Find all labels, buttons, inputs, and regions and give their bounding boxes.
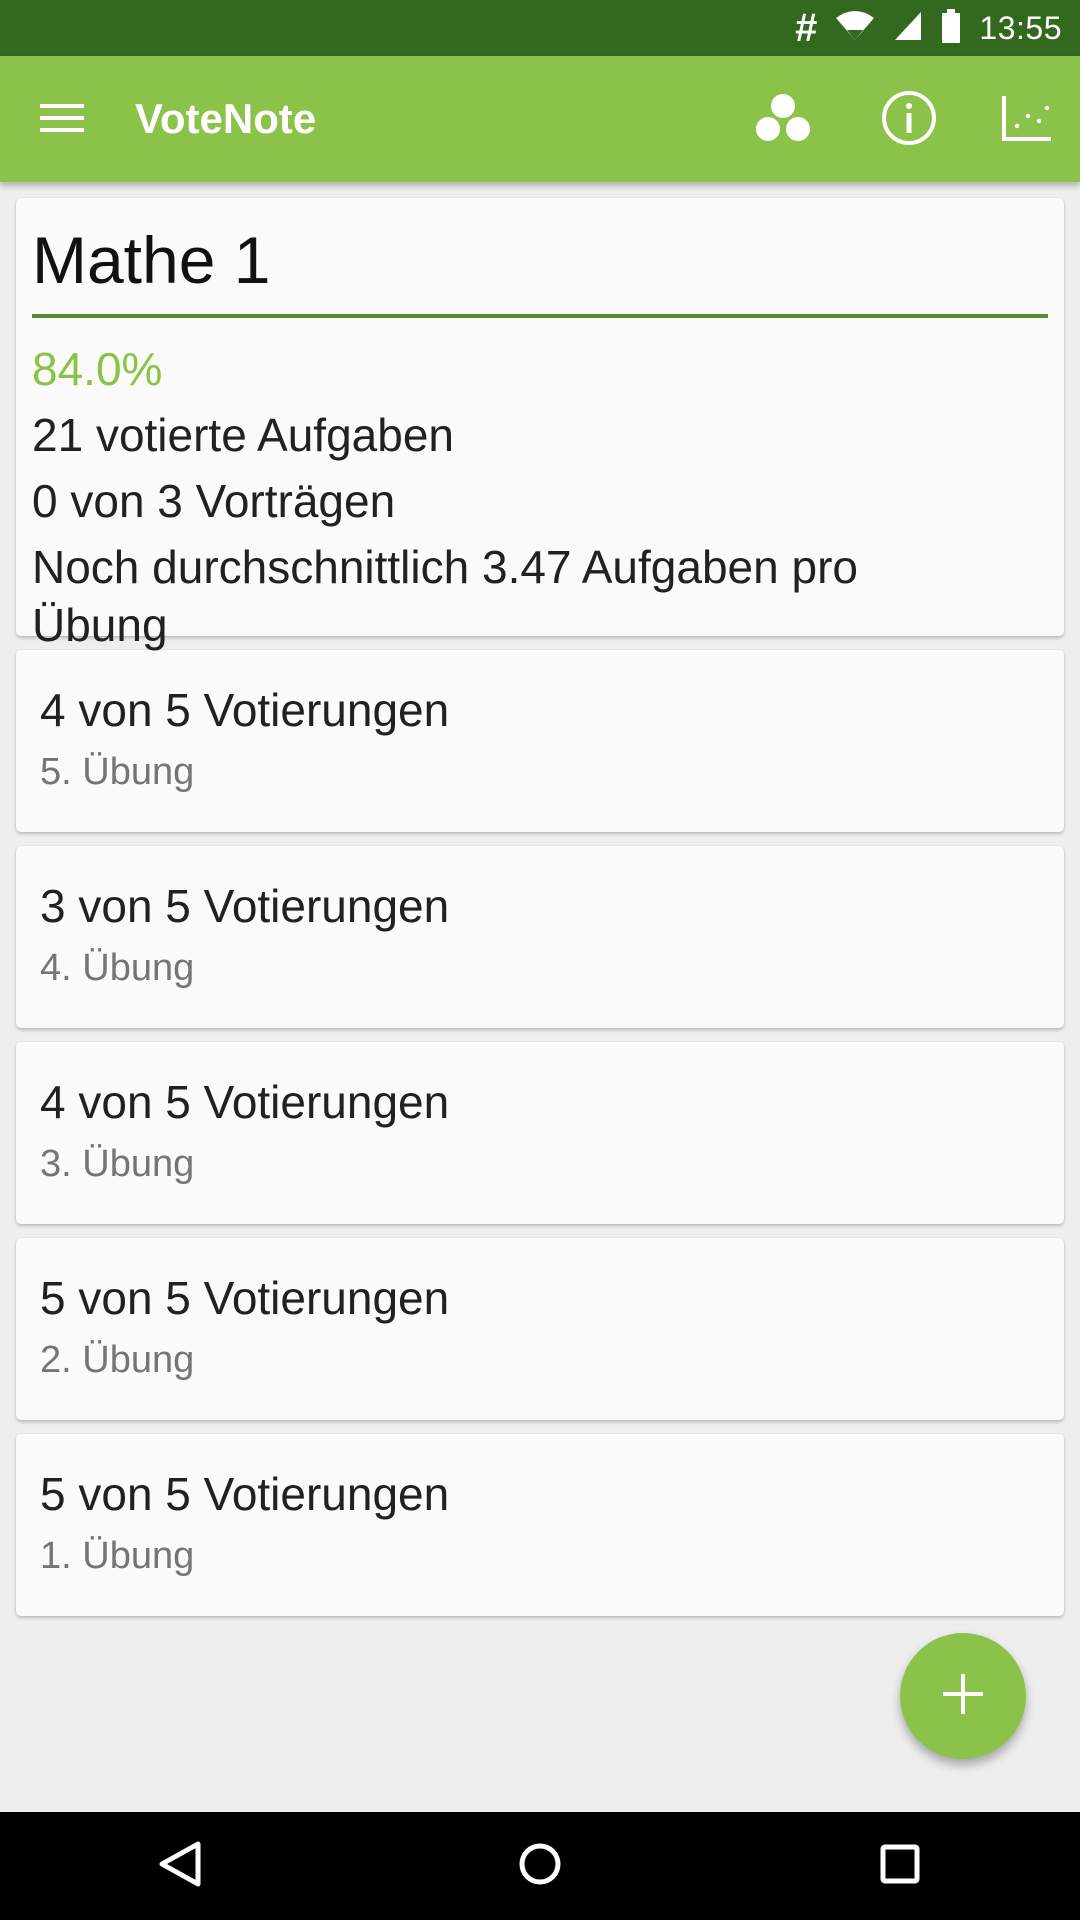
app-bar: VoteNote [0,56,1080,182]
exercise-name: 2. Übung [40,1339,195,1381]
plus-icon [941,1672,985,1721]
navigation-bar [0,1812,1080,1920]
home-icon [517,1841,563,1892]
percentage-value: 84.0% [32,343,163,395]
info-button[interactable] [867,78,951,162]
list-item[interactable]: 5 von 5 Votierungen 1. Übung [16,1434,1064,1616]
menu-button[interactable] [20,78,104,162]
wifi-icon [835,10,875,47]
menu-icon [40,102,84,139]
groups-icon [754,93,812,148]
status-icons: # 13:55 [795,0,1062,56]
exercise-votes: 5 von 5 Votierungen [40,1272,450,1324]
status-bar: # 13:55 [0,0,1080,56]
chart-button[interactable] [985,78,1069,162]
back-icon [158,1840,202,1893]
hash-icon: # [795,6,818,50]
exercise-votes: 5 von 5 Votierungen [40,1468,450,1520]
presentations-text: 0 von 3 Vorträgen [32,475,396,527]
home-button[interactable] [500,1826,580,1906]
list-item[interactable]: 4 von 5 Votierungen 5. Übung [16,650,1064,832]
summary-card[interactable]: Mathe 1 84.0% 21 votierte Aufgaben 0 von… [16,198,1064,651]
list-item[interactable]: 4 von 5 Votierungen 3. Übung [16,1042,1064,1224]
average-needed-text: Noch durchschnittlich 3.47 Aufgaben pro … [32,541,858,651]
exercise-name: 4. Übung [40,947,195,989]
add-exercise-button[interactable] [900,1633,1026,1759]
groups-button[interactable] [741,78,825,162]
list-item[interactable]: 3 von 5 Votierungen 4. Übung [16,846,1064,1028]
exercise-name: 5. Übung [40,751,195,793]
exercise-name: 3. Übung [40,1143,195,1185]
recents-icon [879,1843,921,1890]
exercise-name: 1. Übung [40,1535,195,1577]
list-item[interactable]: 5 von 5 Votierungen 2. Übung [16,1238,1064,1420]
info-icon [881,90,937,151]
exercise-votes: 3 von 5 Votierungen [40,880,450,932]
content-list: Mathe 1 84.0% 21 votierte Aufgaben 0 von… [16,198,1064,1630]
scatter-chart-icon [1001,94,1053,147]
recents-button[interactable] [860,1826,940,1906]
app-title: VoteNote [135,95,317,142]
back-button[interactable] [140,1826,220,1906]
battery-icon [941,8,961,48]
signal-icon [893,10,923,47]
voted-tasks-text: 21 votierte Aufgaben [32,409,454,461]
status-time: 13:55 [979,10,1062,46]
exercise-votes: 4 von 5 Votierungen [40,1076,450,1128]
exercise-votes: 4 von 5 Votierungen [40,684,450,736]
course-title: Mathe 1 [32,220,1048,318]
